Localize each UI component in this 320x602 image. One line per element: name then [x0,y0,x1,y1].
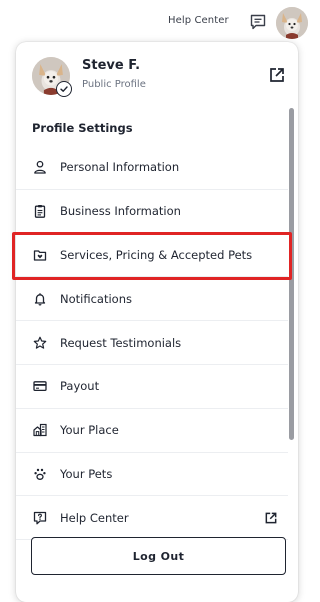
external-link-icon [264,511,278,525]
profile-name[interactable]: Steve F. [82,58,140,73]
house-icon [32,422,48,438]
credit-card-icon [32,378,48,394]
menu-item-label: Your Pets [60,466,113,481]
menu-item-payout[interactable]: Payout [16,365,288,409]
dog-avatar-icon [276,7,308,39]
profile-avatar[interactable] [32,57,72,97]
menu-item-label: Notifications [60,291,132,306]
help-center-link[interactable]: Help Center [168,15,229,26]
settings-menu: Personal Information Business Informatio… [16,146,288,541]
menu-item-request-testimonials[interactable]: Request Testimonials [16,321,288,365]
message-button[interactable] [248,12,268,32]
star-icon [32,335,48,351]
menu-item-label: Payout [60,379,100,394]
scrollbar-thumb[interactable] [289,108,294,440]
menu-item-help-center[interactable]: Help Center [16,496,288,541]
log-out-button[interactable]: Log Out [31,537,286,575]
menu-item-label: Help Center [60,510,129,525]
profile-menu-panel: Steve F. Public Profile Profile Settings… [16,42,298,602]
menu-item-label: Business Information [60,204,181,219]
menu-item-label: Request Testimonials [60,335,182,350]
help-chat-icon [32,510,48,526]
menu-item-label: Your Place [60,423,119,438]
menu-item-personal-information[interactable]: Personal Information [16,146,288,190]
menu-item-business-information[interactable]: Business Information [16,190,288,234]
top-bar: Help Center [0,0,316,42]
clipboard-icon [32,203,48,219]
menu-item-label: Services, Pricing & Accepted Pets [60,247,253,262]
person-icon [32,159,48,175]
menu-item-your-place[interactable]: Your Place [16,409,288,453]
bell-icon [32,291,48,307]
verified-check-icon [56,81,72,97]
public-profile-link[interactable]: Public Profile [82,79,146,90]
paw-icon [32,466,48,482]
menu-item-notifications[interactable]: Notifications [16,277,288,322]
section-title: Profile Settings [32,121,133,135]
folder-heart-icon [32,247,48,263]
menu-item-label: Personal Information [60,160,180,175]
message-icon [249,13,267,31]
external-link-icon[interactable] [268,66,286,84]
menu-item-services-pricing[interactable]: Services, Pricing & Accepted Pets [16,234,288,278]
user-avatar-button[interactable] [276,7,308,39]
menu-item-your-pets[interactable]: Your Pets [16,453,288,497]
